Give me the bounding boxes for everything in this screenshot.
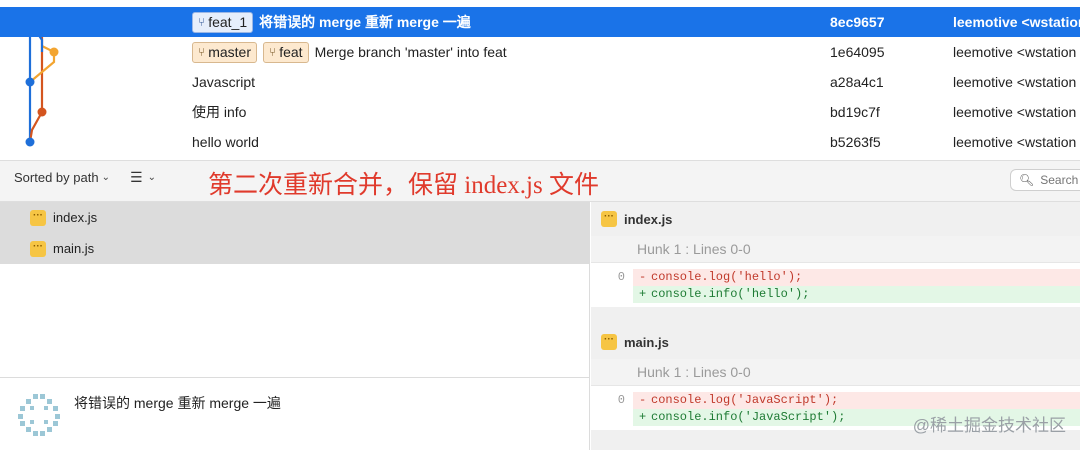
file-row[interactable]: ··· index.js	[0, 202, 590, 233]
diff-file-header[interactable]: ··· index.js	[591, 202, 1080, 236]
modified-file-icon: ···	[601, 211, 617, 227]
commit-author: leemotive <wstation	[953, 104, 1077, 120]
plus-icon: +	[639, 410, 647, 424]
commit-subject: Merge branch 'master' into feat	[314, 44, 507, 60]
commit-subject: hello world	[192, 134, 259, 150]
commit-hash: 8ec9657	[830, 14, 885, 30]
commit-hash: b5263f5	[830, 134, 881, 150]
commit-author: leemotive <wstation	[953, 74, 1077, 90]
removed-code: console.log('hello');	[651, 270, 803, 284]
file-row[interactable]: ··· main.js	[0, 233, 590, 264]
search-icon: 🔍︎	[1019, 173, 1035, 187]
avatar	[18, 394, 60, 436]
modified-file-icon: ···	[30, 209, 46, 226]
minus-icon: -	[639, 393, 647, 407]
minus-icon: -	[639, 270, 647, 284]
commit-subject: 将错误的 merge 重新 merge 一遍	[259, 14, 471, 30]
diff-file-section: ··· index.js Hunk 1 : Lines 0-0 0 - conso…	[591, 202, 1080, 307]
branch-icon: ⑂	[269, 45, 277, 59]
diff-file-header[interactable]: ··· main.js	[591, 325, 1080, 359]
list-icon: ☰	[130, 169, 143, 185]
watermark: @稀土掘金技术社区	[912, 416, 1066, 435]
commit-subject: 使用 info	[192, 104, 247, 120]
view-mode-dropdown[interactable]: ☰ ⌄	[130, 169, 156, 186]
commit-row[interactable]: hello world b5263f5 leemotive <wstation	[0, 127, 1080, 157]
annotation-text: 第二次重新合并，保留 index.js 文件	[208, 172, 599, 199]
plus-icon: +	[639, 287, 647, 301]
changed-files-list: ··· index.js ··· main.js	[0, 202, 590, 377]
commit-hash: 1e64095	[830, 44, 885, 60]
modified-file-icon: ···	[30, 240, 46, 257]
commit-list: ⑂ feat_1 将错误的 merge 重新 merge 一遍 8ec9657 l…	[0, 0, 1080, 160]
added-line: + console.info('hello');	[591, 286, 1080, 303]
commit-row[interactable]: ⑂ master ⑂ feat Merge branch 'master' into…	[0, 37, 1080, 67]
commit-row[interactable]: ⑂ feat_1 将错误的 merge 重新 merge 一遍 8ec9657 l…	[0, 7, 1080, 37]
branch-tag[interactable]: ⑂ feat_1	[192, 11, 254, 33]
diff-file-name: index.js	[624, 211, 673, 227]
hunk-header: Hunk 1 : Lines 0-0	[591, 236, 1080, 262]
commit-author: leemotive <wstation	[953, 14, 1080, 30]
file-name: index.js	[53, 210, 98, 225]
search-input[interactable]	[1040, 173, 1080, 187]
removed-line: 0 - console.log('hello');	[591, 269, 1080, 286]
line-number: 0	[591, 269, 625, 286]
commit-detail-panel: 将错误的 merge 重新 merge 一遍	[0, 377, 590, 450]
modified-file-icon: ···	[601, 334, 617, 350]
sort-label: Sorted by path	[14, 170, 99, 185]
line-number: 0	[591, 392, 625, 409]
commit-author: leemotive <wstation	[953, 134, 1077, 150]
detail-commit-subject: 将错误的 merge 重新 merge 一遍	[74, 395, 281, 411]
commit-row[interactable]: 使用 info bd19c7f leemotive <wstation	[0, 97, 1080, 127]
added-code: console.info('hello');	[651, 287, 810, 301]
branch-icon: ⑂	[198, 15, 206, 29]
branch-icon: ⑂	[198, 45, 206, 59]
chevron-down-icon: ⌄	[101, 172, 110, 183]
hunk-header: Hunk 1 : Lines 0-0	[591, 359, 1080, 385]
removed-code: console.log('JavaScript');	[651, 393, 839, 407]
branch-tag[interactable]: ⑂ feat	[263, 41, 309, 63]
chevron-down-icon: ⌄	[147, 172, 156, 183]
sort-dropdown[interactable]: Sorted by path ⌄	[14, 170, 110, 185]
diff-lines: 0 - console.log('hello'); + console.info('…	[591, 262, 1080, 307]
commit-author: leemotive <wstation	[953, 44, 1077, 60]
commit-subject: Javascript	[192, 74, 256, 90]
file-name: main.js	[53, 241, 95, 256]
branch-tag[interactable]: ⑂ master	[192, 41, 257, 63]
commit-hash: a28a4c1	[830, 74, 884, 90]
added-code: console.info('JavaScript');	[651, 410, 846, 424]
search-field[interactable]: 🔍︎	[1010, 169, 1080, 191]
commit-hash: bd19c7f	[830, 104, 880, 120]
file-toolbar: Sorted by path ⌄ ☰ ⌄ 第二次重新合并，保留 index.js…	[0, 160, 1080, 202]
commit-row[interactable]: Javascript a28a4c1 leemotive <wstation	[0, 67, 1080, 97]
diff-file-name: main.js	[624, 334, 669, 350]
removed-line: 0 - console.log('JavaScript');	[591, 392, 1080, 409]
